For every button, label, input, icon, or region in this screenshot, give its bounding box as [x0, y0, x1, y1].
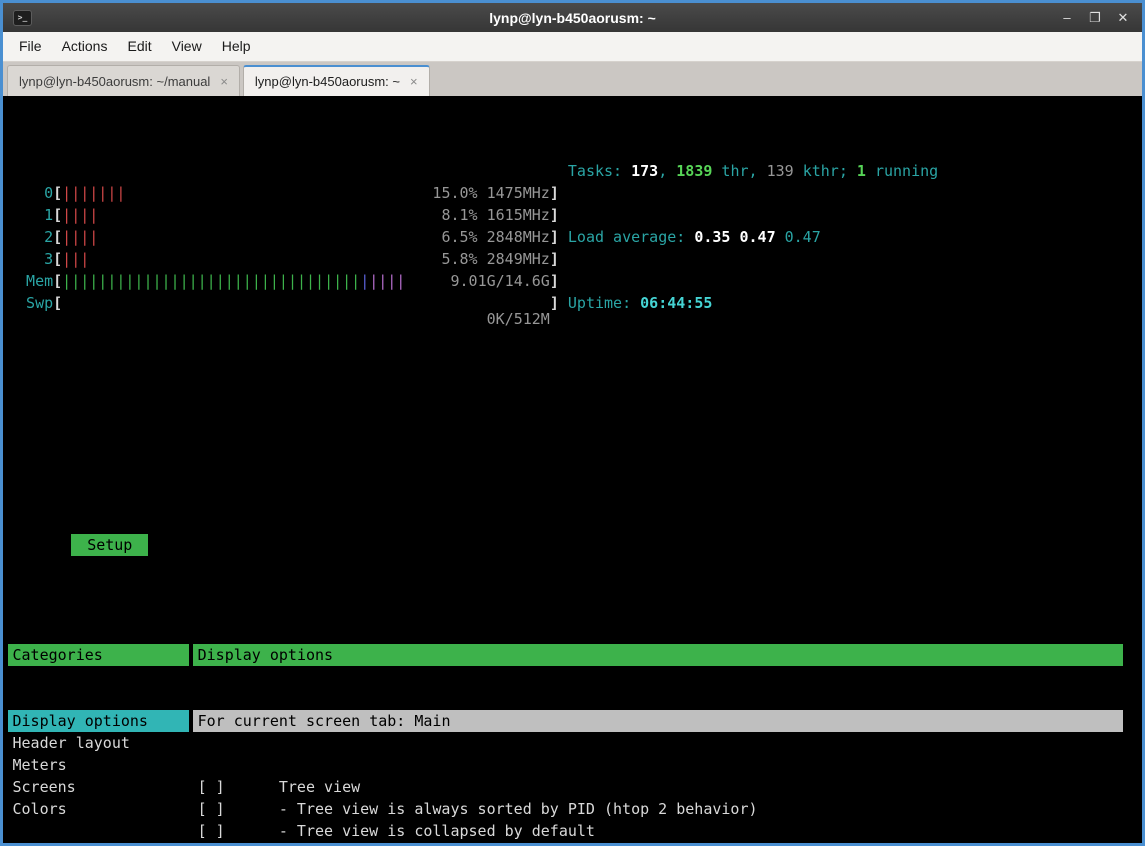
- uptime-line: Uptime: 06:44:55: [568, 292, 938, 314]
- tasks-line: Tasks: 173, 1839 thr, 139 kthr; 1 runnin…: [568, 160, 938, 182]
- meter-bar-area: |||| 6.5% 2848MHz: [62, 226, 550, 248]
- options-subheader: For current screen tab: Main: [193, 710, 1123, 732]
- meter-value: 9.01G/14.6G: [450, 270, 549, 292]
- option-checkbox[interactable]: [ ]: [198, 800, 225, 818]
- setup-tab-row: Setup: [8, 512, 1137, 534]
- menu-item-file[interactable]: File: [9, 32, 52, 61]
- menu-item-edit[interactable]: Edit: [117, 32, 161, 61]
- menu-item-view[interactable]: View: [162, 32, 212, 61]
- meter-bar-segment: ||||: [62, 228, 98, 246]
- uptime-value: 06:44:55: [640, 294, 712, 312]
- meter-label: 3: [8, 248, 53, 270]
- categories-panel: Categories Display optionsHeader layoutM…: [8, 600, 189, 843]
- meter-value: 8.1% 1615MHz: [441, 204, 549, 226]
- options-section-label: Global options:: [193, 842, 1123, 843]
- threads-count: 1839: [676, 162, 712, 180]
- category-item[interactable]: Screens: [8, 776, 189, 798]
- window-controls: – ❐ ✕: [1056, 7, 1134, 29]
- tab-title: lynp@lyn-b450aorusm: ~: [255, 74, 400, 89]
- meter-bar-area: |||| 8.1% 1615MHz: [62, 204, 550, 226]
- categories-header: Categories: [8, 644, 189, 666]
- meter-label: 2: [8, 226, 53, 248]
- option-row[interactable]: [ ] Tree view: [193, 776, 1123, 798]
- minimize-button[interactable]: –: [1056, 7, 1078, 29]
- tab-title: lynp@lyn-b450aorusm: ~/manual: [19, 74, 210, 89]
- meter-bar-area: ||||||||||||||||||||||||||||||||||||||9.…: [62, 270, 550, 292]
- meter-label: 0: [8, 182, 53, 204]
- meter-bar-segment: ||||: [369, 272, 405, 290]
- tasks-separator: ,: [658, 162, 676, 180]
- category-item[interactable]: Meters: [8, 754, 189, 776]
- tab-bar: lynp@lyn-b450aorusm: ~/manual×lynp@lyn-b…: [3, 62, 1142, 96]
- tab-close-icon[interactable]: ×: [220, 74, 228, 89]
- tab-close-icon[interactable]: ×: [410, 74, 418, 89]
- meter-bar-area: ||| 5.8% 2849MHz: [62, 248, 550, 270]
- menu-item-help[interactable]: Help: [212, 32, 261, 61]
- meter-value: 0K/512M: [487, 308, 550, 330]
- load-five-minute: 0.47: [739, 228, 775, 246]
- display-options-panel: Display options For current screen tab: …: [193, 600, 1123, 843]
- terminal-tab-2[interactable]: lynp@lyn-b450aorusm: ~ ×: [243, 65, 430, 96]
- terminal-screen[interactable]: 0[|||||||15.0% 1475MHz]1[||||8.1% 1615MH…: [3, 96, 1142, 843]
- option-label: - Tree view is always sorted by PID (hto…: [279, 800, 758, 818]
- tasks-label: Tasks:: [568, 162, 631, 180]
- option-label: - Tree view is collapsed by default: [279, 822, 595, 840]
- option-row[interactable]: [ ] - Tree view is collapsed by default: [193, 820, 1123, 842]
- meter-value: 5.8% 2849MHz: [441, 248, 549, 270]
- meter-bar-segment: |: [360, 272, 369, 290]
- meter-label: 1: [8, 204, 53, 226]
- meter-label: Mem: [8, 270, 53, 292]
- option-label: Tree view: [279, 778, 360, 796]
- meter-label: Swp: [8, 292, 53, 314]
- load-average-line: Load average: 0.35 0.47 0.47: [568, 226, 938, 248]
- terminal-window: >_ lynp@lyn-b450aorusm: ~ – ❐ ✕ FileActi…: [0, 0, 1145, 846]
- load-one-minute: 0.35: [694, 228, 730, 246]
- menu-item-actions[interactable]: Actions: [52, 32, 118, 61]
- meter-bar-segment: ||||: [62, 206, 98, 224]
- meter-value: 15.0% 1475MHz: [432, 182, 549, 204]
- spacer-row: [8, 424, 1137, 446]
- window-title: lynp@lyn-b450aorusm: ~: [3, 10, 1142, 26]
- restore-button[interactable]: ❐: [1084, 7, 1106, 29]
- meter-bar-area: ||||||| 15.0% 1475MHz: [62, 182, 550, 204]
- category-item[interactable]: Display options: [8, 710, 189, 732]
- category-item[interactable]: Header layout: [8, 732, 189, 754]
- terminal-icon: >_: [13, 10, 32, 26]
- category-list: Display optionsHeader layoutMetersScreen…: [8, 710, 189, 820]
- meter-value: 6.5% 2848MHz: [441, 226, 549, 248]
- header-stats: Tasks: 173, 1839 thr, 139 kthr; 1 runnin…: [568, 116, 938, 358]
- meter-bar-segment: |||: [62, 250, 89, 268]
- option-checkbox[interactable]: [ ]: [198, 822, 225, 840]
- category-item[interactable]: Colors: [8, 798, 189, 820]
- meter-bar-segment: |||||||: [62, 184, 125, 202]
- option-row[interactable]: [ ] - Tree view is always sorted by PID (…: [193, 798, 1123, 820]
- terminal-tab-1[interactable]: lynp@lyn-b450aorusm: ~/manual ×: [7, 65, 240, 96]
- tasks-count: 173: [631, 162, 658, 180]
- kthreads-count: 139: [767, 162, 794, 180]
- load-label: Load average:: [568, 228, 694, 246]
- option-list: [ ] Tree view [ ] - Tree view is always sor…: [193, 776, 1123, 843]
- setup-tab: Setup: [71, 534, 148, 556]
- uptime-label: Uptime:: [568, 294, 640, 312]
- setup-panels: Categories Display optionsHeader layoutM…: [8, 600, 1137, 843]
- running-count: 1: [857, 162, 866, 180]
- load-fifteen-minute: 0.47: [785, 228, 821, 246]
- threads-label: thr,: [712, 162, 766, 180]
- menu-bar: FileActionsEditViewHelp: [3, 32, 1142, 62]
- running-label: running: [866, 162, 938, 180]
- meter-bar-segment: |||||||||||||||||||||||||||||||||: [62, 272, 360, 290]
- options-header: Display options: [193, 644, 1123, 666]
- close-button[interactable]: ✕: [1112, 7, 1134, 29]
- kthreads-label: kthr;: [794, 162, 857, 180]
- title-bar[interactable]: >_ lynp@lyn-b450aorusm: ~ – ❐ ✕: [3, 3, 1142, 32]
- option-checkbox[interactable]: [ ]: [198, 778, 225, 796]
